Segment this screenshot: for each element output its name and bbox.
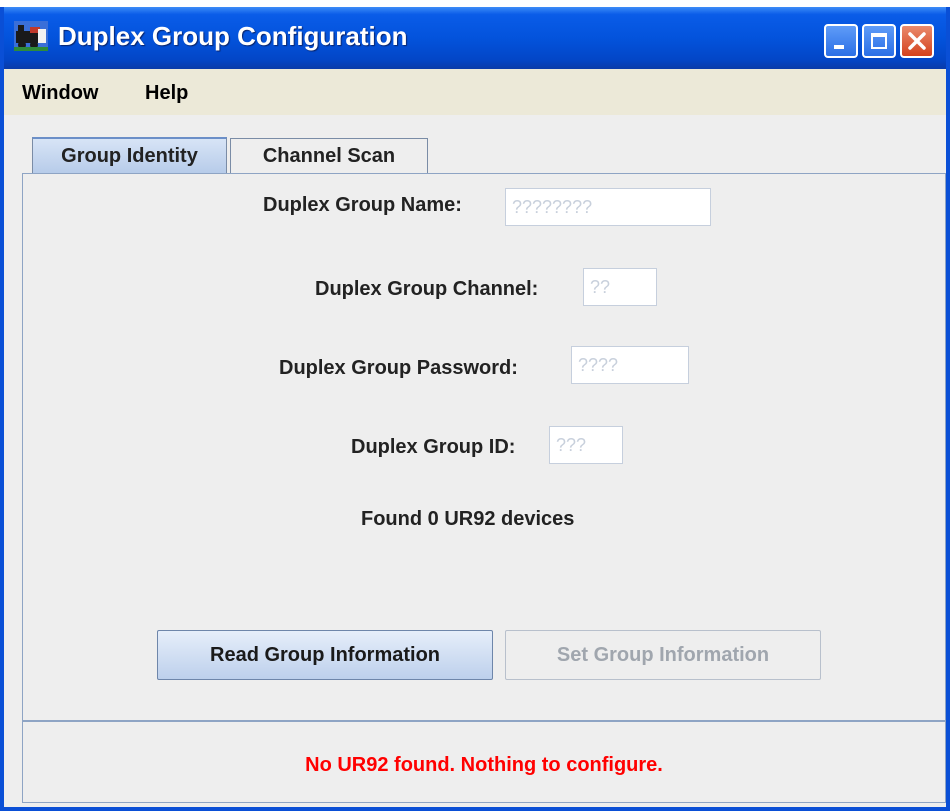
minimize-button[interactable] [824,24,858,58]
group-id-field[interactable]: ??? [549,426,623,464]
locomotive-icon [14,21,48,51]
app-window: Duplex Group Configuration Window Help G… [0,7,950,811]
tab-group-identity[interactable]: Group Identity [32,137,227,174]
window-title: Duplex Group Configuration [58,21,408,51]
read-group-info-button[interactable]: Read Group Information [157,630,493,680]
tab-channel-scan[interactable]: Channel Scan [230,138,428,175]
minimize-icon [834,45,844,49]
title-bar[interactable]: Duplex Group Configuration [4,7,946,69]
close-icon [908,32,926,50]
menu-help[interactable]: Help [145,82,188,105]
menu-bar: Window Help [4,69,946,115]
device-count-status: Found 0 UR92 devices [361,508,575,530]
group-password-label: Duplex Group Password: [279,357,518,379]
group-channel-field[interactable]: ?? [583,268,657,306]
set-group-info-button[interactable]: Set Group Information [505,630,821,680]
group-id-label: Duplex Group ID: [351,436,516,458]
group-name-label: Duplex Group Name: [263,194,462,216]
close-button[interactable] [900,24,934,58]
maximize-icon [871,33,887,49]
error-message: No UR92 found. Nothing to configure. [305,754,663,776]
group-channel-label: Duplex Group Channel: [315,278,539,300]
group-identity-panel: Duplex Group Name: ???????? Duplex Group… [22,173,946,803]
group-name-field[interactable]: ???????? [505,188,711,226]
menu-window[interactable]: Window [22,82,98,105]
content-area: Group Identity Channel Scan Duplex Group… [4,115,946,807]
group-password-field[interactable]: ???? [571,346,689,384]
maximize-button[interactable] [862,24,896,58]
divider [23,720,945,722]
